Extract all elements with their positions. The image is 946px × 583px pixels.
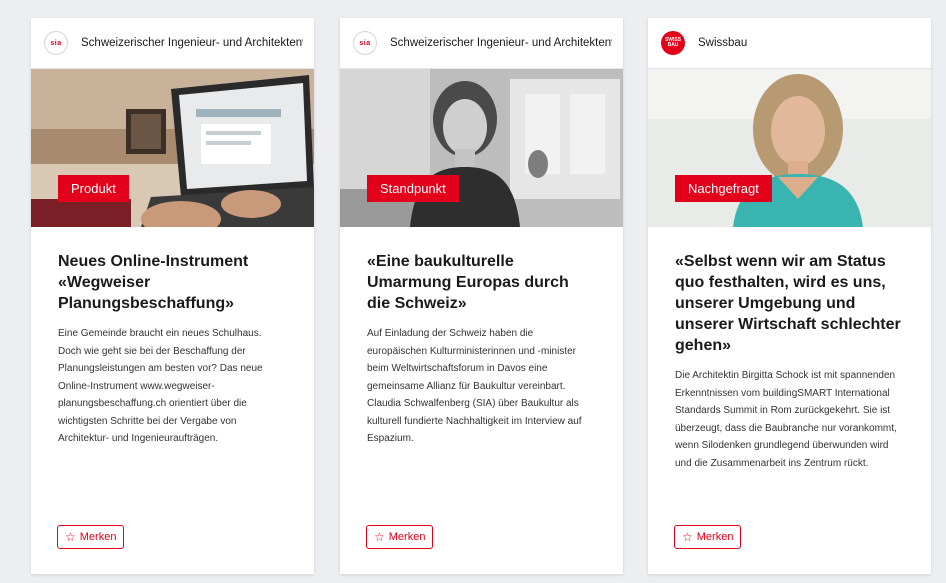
logo-text: sia [359, 39, 371, 47]
category-badge[interactable]: Produkt [58, 175, 129, 202]
card-body: «Selbst wenn wir am Status quo festhalte… [648, 227, 931, 472]
card-image[interactable]: Produkt [31, 69, 314, 227]
card-image[interactable]: Nachgefragt [648, 69, 931, 227]
card-header: sia Schweizerischer Ingenieur- und Archi… [340, 18, 623, 69]
card-body: Neues Online-Instrument «Wegweiser Planu… [31, 227, 314, 448]
star-icon: ☆ [65, 530, 76, 544]
save-button[interactable]: ☆ Merken [674, 525, 742, 549]
card-teaser: Eine Gemeinde braucht ein neues Schulhau… [58, 328, 263, 444]
category-badge[interactable]: Standpunkt [367, 175, 459, 202]
card-title[interactable]: Neues Online-Instrument «Wegweiser Planu… [58, 251, 287, 314]
card-image[interactable]: Standpunkt [340, 69, 623, 227]
save-button[interactable]: ☆ Merken [366, 525, 434, 549]
save-button[interactable]: ☆ Merken [57, 525, 125, 549]
news-card[interactable]: sia Schweizerischer Ingenieur- und Archi… [340, 18, 623, 574]
news-card[interactable]: SWISS BAU Swissbau Nachgefragt «Selbst w… [648, 18, 931, 574]
card-teaser: Auf Einladung der Schweiz haben die euro… [367, 328, 582, 444]
card-title[interactable]: «Eine baukulturelle Umarmung Europas dur… [367, 251, 596, 314]
sia-logo-icon: sia [353, 31, 377, 55]
card-title[interactable]: «Selbst wenn wir am Status quo festhalte… [675, 251, 904, 356]
save-label: Merken [79, 531, 117, 543]
logo-text: SWISS BAU [664, 37, 682, 48]
sia-logo-icon: sia [44, 31, 68, 55]
portrait-photo [340, 69, 623, 227]
publisher-name[interactable]: Schweizerischer Ingenieur- und Architekt… [390, 37, 612, 49]
category-badge[interactable]: Nachgefragt [675, 175, 772, 202]
card-body: «Eine baukulturelle Umarmung Europas dur… [340, 227, 623, 448]
swissbau-logo-icon: SWISS BAU [661, 31, 685, 55]
card-teaser: Die Architektin Birgitta Schock ist mit … [675, 370, 897, 469]
card-header: SWISS BAU Swissbau [648, 18, 931, 69]
logo-text: sia [50, 39, 62, 47]
publisher-name[interactable]: Schweizerischer Ingenieur- und Architekt… [81, 37, 303, 49]
save-label: Merken [388, 531, 426, 543]
star-icon: ☆ [682, 530, 693, 544]
news-card[interactable]: sia Schweizerischer Ingenieur- und Archi… [31, 18, 314, 574]
portrait-photo [648, 69, 931, 227]
publisher-name[interactable]: Swissbau [698, 37, 920, 49]
card-header: sia Schweizerischer Ingenieur- und Archi… [31, 18, 314, 69]
save-label: Merken [696, 531, 734, 543]
laptop-photo [31, 69, 314, 227]
star-icon: ☆ [374, 530, 385, 544]
